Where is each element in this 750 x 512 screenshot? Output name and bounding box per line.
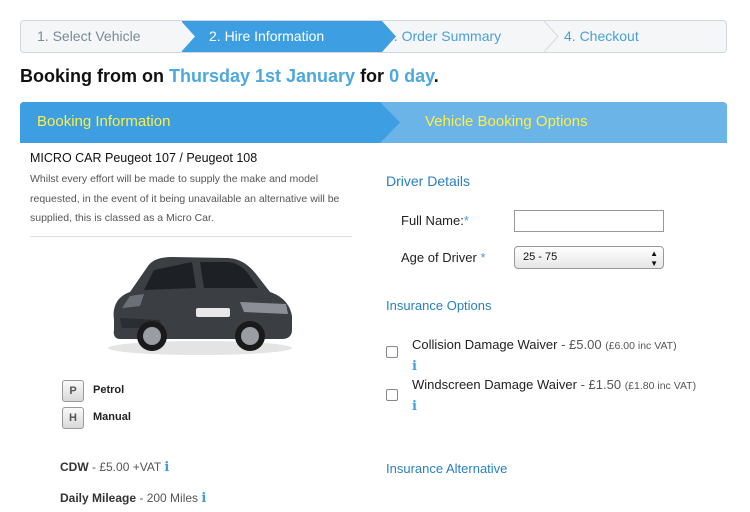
feature-transmission-label: Manual [93,411,131,423]
collision-info-icon[interactable]: i [412,359,417,374]
feature-fuel-label: Petrol [93,384,125,396]
vehicle-title: MICRO CAR Peugeot 107 / Peugeot 108 [30,151,258,165]
step-hire-information[interactable]: 2. Hire Information [182,21,382,52]
mileage-info-icon[interactable]: i [201,491,206,506]
checkout-steps: 1. Select Vehicle 2. Hire Information 3.… [20,20,727,53]
windscreen-damage-waiver-checkbox[interactable] [386,389,398,401]
full-name-label: Full Name:* [401,213,469,228]
step-checkout[interactable]: 4. Checkout [564,21,639,52]
windscreen-damage-waiver-option: Windscreen Damage Waiver - £1.50 (£1.80 … [412,377,697,414]
age-of-driver-select[interactable]: 25 - 75 ▲ ▼ [514,246,664,269]
full-name-input[interactable] [514,210,664,232]
step-separator-icon [181,21,195,52]
step-order-summary[interactable]: 3. Order Summary [386,21,501,52]
mileage-info: Daily Mileage - 200 Miles i [60,491,207,506]
section-vehicle-booking-options[interactable]: Vehicle Booking Options [425,113,588,130]
vehicle-image [108,257,292,355]
collision-damage-waiver-checkbox[interactable] [386,346,398,358]
collision-damage-waiver-option: Collision Damage Waiver - £5.00 (£6.00 i… [412,337,677,374]
step-select-vehicle[interactable]: 1. Select Vehicle [37,21,141,52]
divider [30,236,352,237]
insurance-alternative-heading: Insurance Alternative [386,461,508,476]
step-separator-icon [543,21,559,52]
select-arrows-icon: ▲ ▼ [650,249,658,268]
section-header: Booking Information Vehicle Booking Opti… [20,102,727,143]
booking-days: 0 day [389,66,434,86]
driver-details-heading: Driver Details [386,173,471,189]
insurance-options-heading: Insurance Options [386,298,492,313]
booking-summary-heading: Booking from on Thursday 1st January for… [20,66,439,86]
section-booking-information[interactable]: Booking Information [37,113,170,130]
age-of-driver-label: Age of Driver * [401,250,486,265]
required-marker: * [463,213,469,228]
cdw-info: CDW - £5.00 +VAT i [60,460,170,475]
vehicle-description: Whilst every effort will be made to supp… [30,173,340,224]
windscreen-info-icon[interactable]: i [412,399,417,414]
gearbox-icon: H [62,407,84,429]
required-marker: * [480,250,486,265]
fuel-pump-icon: P [62,380,84,402]
booking-date: Thursday 1st January [168,66,356,86]
cdw-info-icon[interactable]: i [164,460,169,475]
section-arrow-icon [380,102,400,143]
